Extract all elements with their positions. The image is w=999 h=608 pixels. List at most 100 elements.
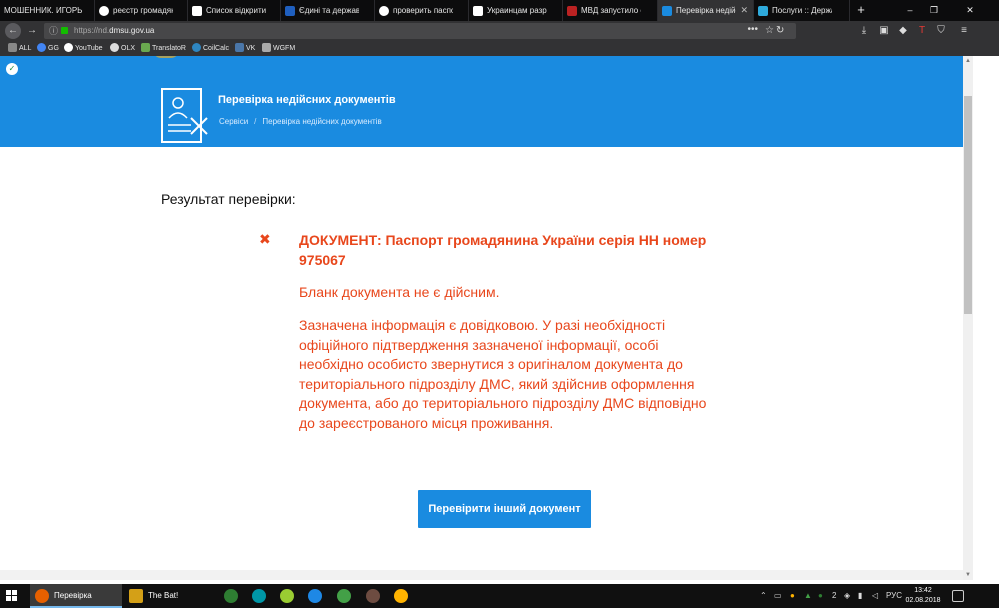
minimize-button[interactable]: ‒ xyxy=(898,0,922,21)
tray-app-icon[interactable]: ◈ xyxy=(844,584,850,608)
tab-8[interactable]: Послуги :: Держав xyxy=(754,0,850,21)
tab-6[interactable]: МВД запустило он xyxy=(563,0,658,21)
language-indicator[interactable]: РУС xyxy=(886,584,902,608)
emblem-icon xyxy=(153,56,179,58)
google-icon xyxy=(379,5,389,16)
blank-status: Бланк документа не є дійсним. xyxy=(299,284,500,300)
url-prefix: https://nd. xyxy=(74,26,110,35)
tab-3[interactable]: Єдині та державні xyxy=(281,0,375,21)
bookmark-vk[interactable]: VK xyxy=(235,41,255,56)
tab-strip: МОШЕННИК. ИГОРЬ Б реєстр громадян у Спис… xyxy=(0,0,999,21)
pinned-app-icon[interactable] xyxy=(337,589,351,603)
service-banner: ✓ Перевірка недійсних документів Сервіси… xyxy=(0,56,963,147)
clock[interactable]: 13:42 02.08.2018 xyxy=(903,586,943,606)
bookmark-label: GG xyxy=(48,45,59,52)
task-label: The Bat! xyxy=(148,591,179,600)
folder-icon xyxy=(8,43,17,53)
check-another-document-button[interactable]: Перевірити інший документ xyxy=(418,490,591,528)
document-heading: ДОКУМЕНТ: Паспорт громадянина України се… xyxy=(299,232,707,268)
google-icon xyxy=(37,43,46,53)
pinned-app-icon[interactable] xyxy=(394,589,408,603)
scroll-up-arrow-icon[interactable]: ▲ xyxy=(963,56,973,66)
forward-button[interactable]: → xyxy=(24,23,40,39)
breadcrumb-services-link[interactable]: Сервіси xyxy=(219,117,248,126)
pinned-app-icon[interactable] xyxy=(366,589,380,603)
address-bar[interactable]: ⓘ https://nd.dmsu.gov.ua ••• ☆ xyxy=(44,23,796,39)
vk-icon xyxy=(235,43,244,53)
menu-icon[interactable]: ≡ xyxy=(958,25,970,37)
info-text: Зазначена інформація є довідковою. У раз… xyxy=(299,317,707,431)
bookmark-olx[interactable]: OLX xyxy=(110,41,135,56)
nav-bar: ← → ⓘ https://nd.dmsu.gov.ua ••• ☆ xyxy=(0,21,999,41)
pinned-app-icon[interactable] xyxy=(280,589,294,603)
result-title: Результат перевірки: xyxy=(161,191,296,207)
tray-app-icon[interactable]: ● xyxy=(790,584,795,608)
pinned-app-icon[interactable] xyxy=(308,589,322,603)
info-icon[interactable]: ⓘ xyxy=(49,23,58,39)
windows-start-icon[interactable] xyxy=(6,590,18,602)
tab-active[interactable]: Перевірка недійсн ✕ xyxy=(658,0,754,21)
scrollbar-thumb[interactable] xyxy=(964,96,972,314)
task-label: Перевірка недійсн... xyxy=(54,591,92,600)
tray-app-icon[interactable]: ● xyxy=(818,584,823,608)
new-tab-button[interactable]: + xyxy=(854,0,868,21)
tab-1[interactable]: реєстр громадян у xyxy=(95,0,188,21)
lock-icon[interactable] xyxy=(61,27,68,34)
tab-title: МВД запустило он xyxy=(581,6,641,16)
pinned-app-icon[interactable] xyxy=(252,589,266,603)
taskbar-thebat[interactable]: The Bat! xyxy=(124,584,220,608)
downloads-icon[interactable]: ⤓ xyxy=(858,25,870,37)
error-icon: ✖ xyxy=(259,231,271,247)
breadcrumb-separator: / xyxy=(254,117,257,126)
footer-strip xyxy=(0,570,963,580)
page-actions-icon[interactable]: ••• xyxy=(747,23,758,37)
scroll-down-arrow-icon[interactable]: ▼ xyxy=(963,570,973,580)
reload-icon[interactable]: ↻ xyxy=(776,21,784,41)
bookmark-label: TranslatoR xyxy=(152,45,186,52)
google-icon xyxy=(64,43,73,53)
close-tab-icon[interactable]: ✕ xyxy=(740,0,748,21)
bookmark-label: VK xyxy=(246,45,256,52)
bookmark-gg[interactable]: GG xyxy=(37,41,59,56)
close-window-button[interactable]: ✕ xyxy=(950,0,990,21)
notifications-icon[interactable] xyxy=(952,590,964,602)
bookmark-label: YouTube xyxy=(75,45,103,52)
volume-icon[interactable]: ◁ xyxy=(872,584,878,608)
coilcalc-icon xyxy=(192,43,201,53)
shield-ext-icon[interactable]: ⛉ xyxy=(935,25,947,37)
bookmark-all[interactable]: ALL xyxy=(8,41,31,56)
bookmarks-toolbar: ALL GG YouTube OLX TranslatoR CoilCalc V… xyxy=(0,41,999,56)
news-icon xyxy=(567,5,577,16)
tray-app-icon[interactable]: ▲ xyxy=(804,584,812,608)
bookmark-wgfm[interactable]: WGFM xyxy=(262,41,295,56)
restore-button[interactable]: ❐ xyxy=(922,0,946,21)
taskbar-firefox[interactable]: Перевірка недійсн... xyxy=(30,584,122,608)
tab-0[interactable]: МОШЕННИК. ИГОРЬ Б xyxy=(0,0,95,21)
tab-title: Єдині та державні xyxy=(299,6,359,16)
bookmark-star-icon[interactable]: ☆ xyxy=(765,23,774,39)
clock-date: 02.08.2018 xyxy=(905,597,941,604)
tab-5[interactable]: Украинцам разреш xyxy=(469,0,563,21)
tab-4[interactable]: проверить паспор xyxy=(375,0,469,21)
bookmark-translator[interactable]: TranslatoR xyxy=(141,41,186,56)
trident-icon xyxy=(285,5,295,16)
bookmark-coilcalc[interactable]: CoilCalc xyxy=(192,41,229,56)
extension-t-icon[interactable]: T xyxy=(916,25,928,37)
bookmark-label: ALL xyxy=(19,45,32,52)
bookmark-label: CoilCalc xyxy=(203,45,230,52)
tab-2[interactable]: Список відкритих xyxy=(188,0,281,21)
bookmark-label: WGFM xyxy=(273,45,296,52)
extension-icon[interactable]: ◆ xyxy=(897,25,909,37)
site-icon xyxy=(662,5,672,16)
tray-expand-icon[interactable]: ⌃ xyxy=(760,584,767,608)
back-button[interactable]: ← xyxy=(5,23,21,39)
document-check-icon xyxy=(161,88,208,143)
tray-badge[interactable]: 2 xyxy=(832,584,836,608)
save-icon[interactable]: ▣ xyxy=(878,25,890,37)
shield-badge-icon[interactable]: ✓ xyxy=(6,63,18,75)
tray-app-icon[interactable]: ▭ xyxy=(774,584,782,608)
pinned-app-icon[interactable] xyxy=(224,589,238,603)
network-icon[interactable]: ▮ xyxy=(858,584,862,608)
bookmark-youtube[interactable]: YouTube xyxy=(64,41,103,56)
translator-icon xyxy=(141,43,150,53)
